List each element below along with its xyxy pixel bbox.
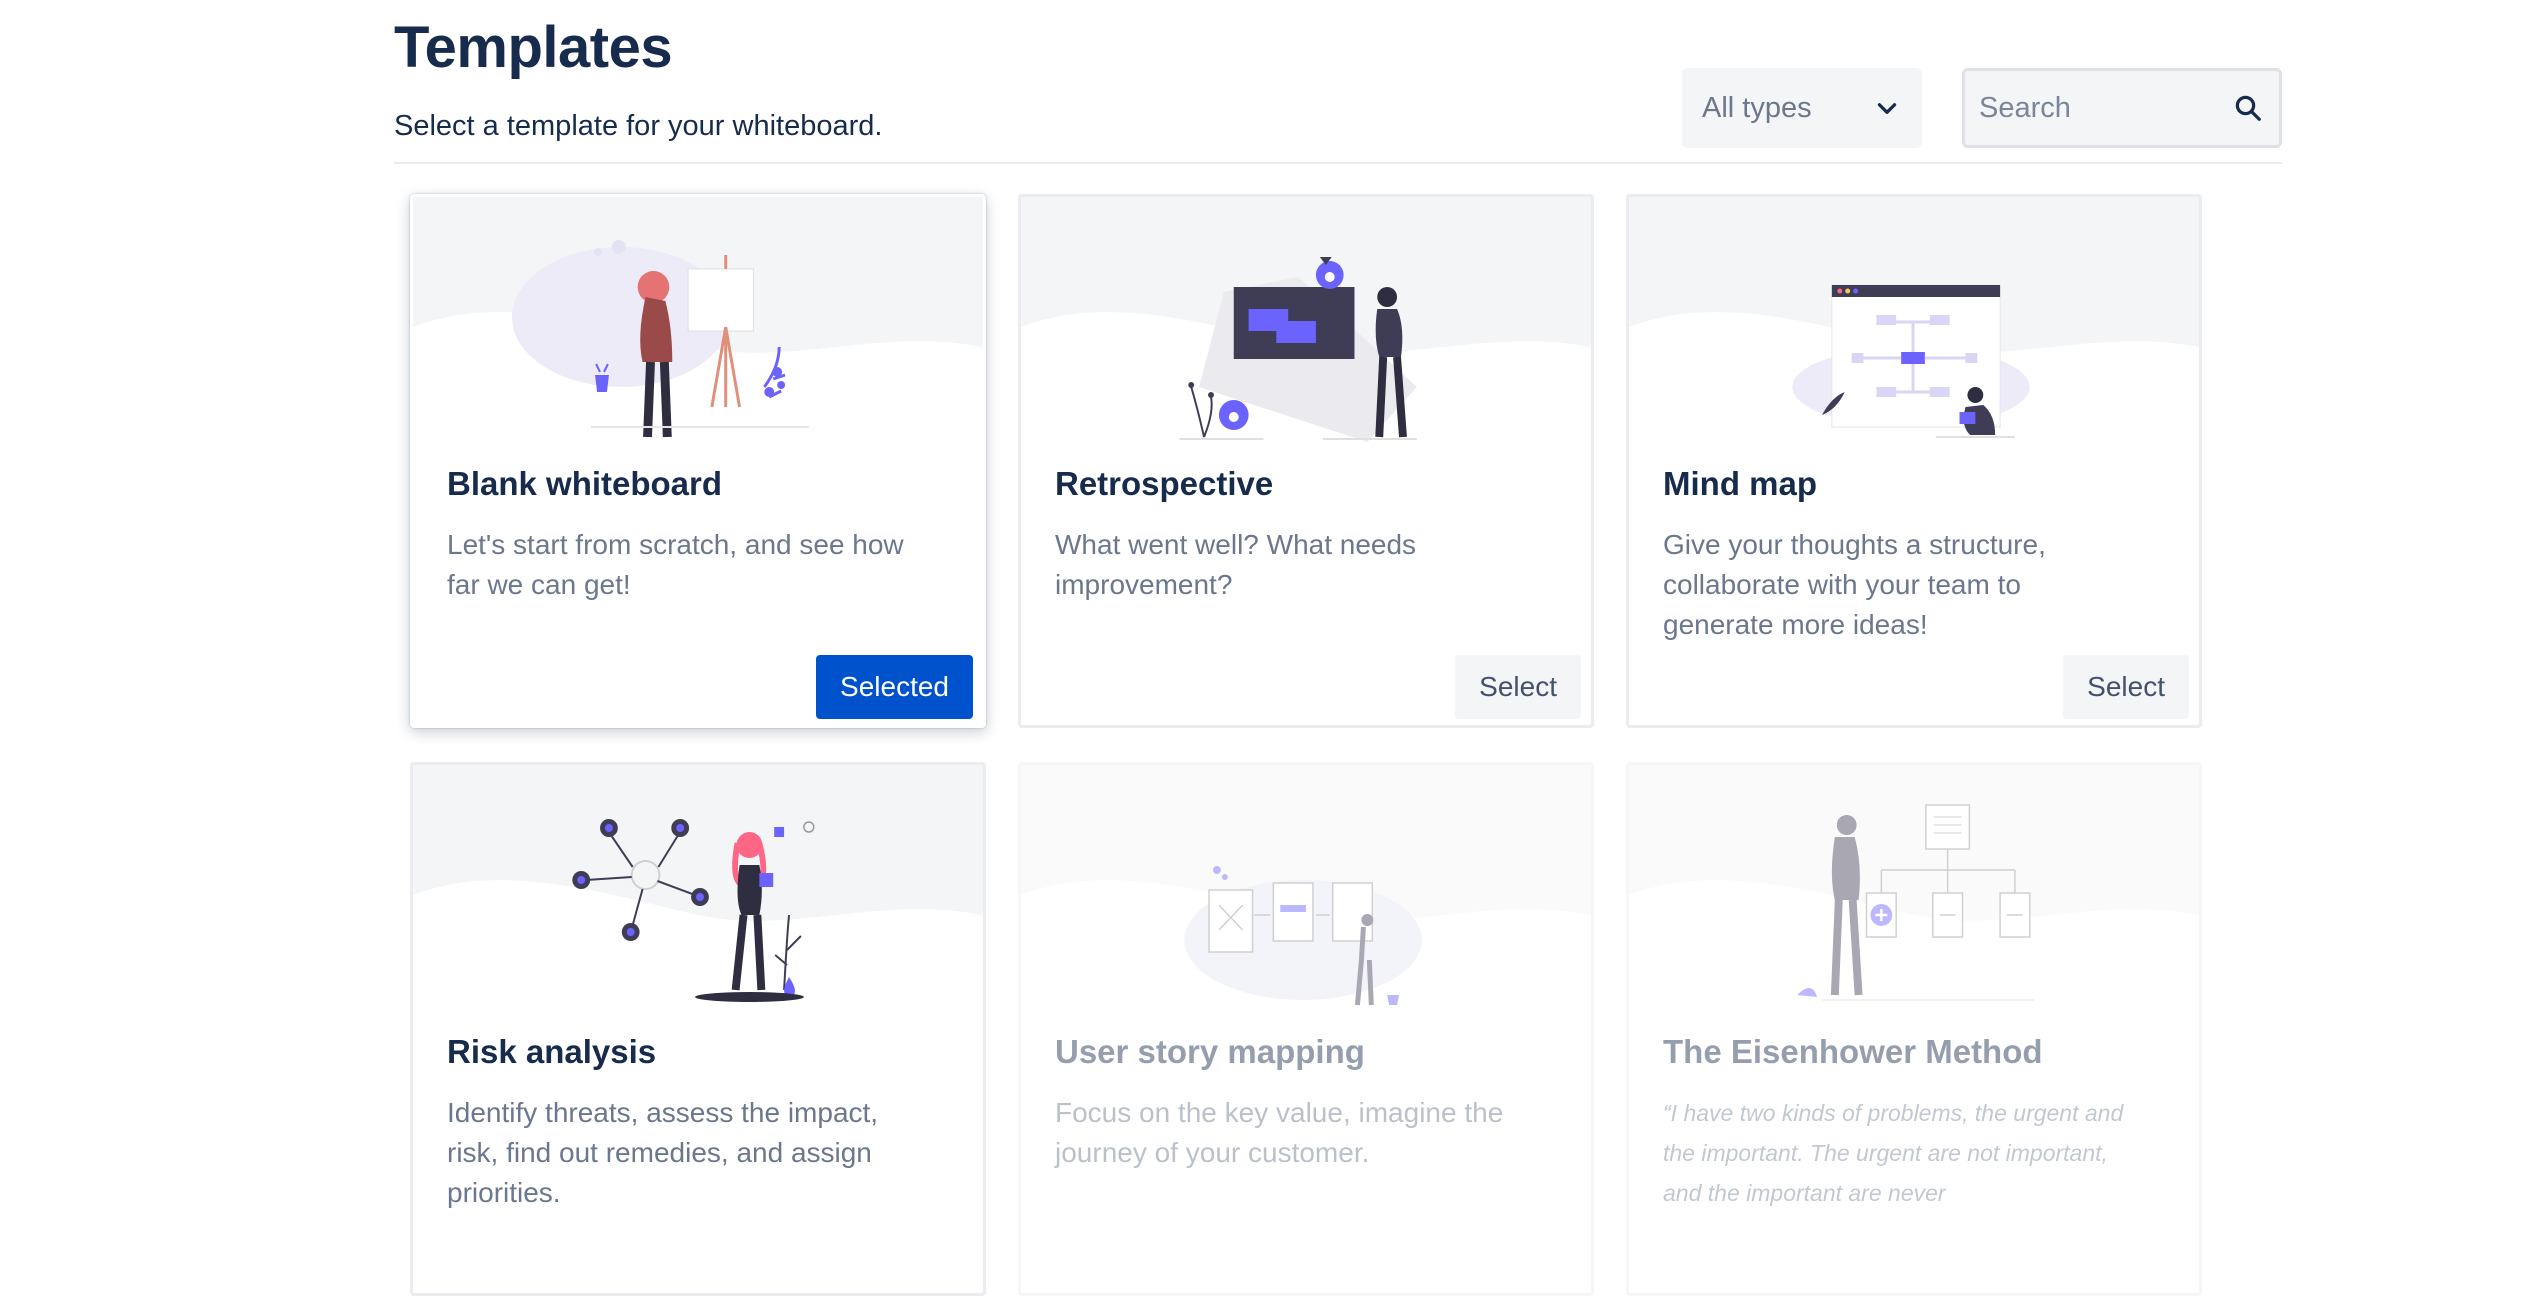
woman-at-easel-illustration (413, 197, 983, 438)
header-divider (394, 162, 2282, 164)
card-description: Let's start from scratch, and see how fa… (447, 529, 904, 600)
template-card-user-story-mapping: User story mapping Focus on the key valu… (1018, 762, 1594, 1296)
card-title: Retrospective (1055, 465, 1274, 502)
card-description: What went well? What needs improvement? (1055, 529, 1417, 600)
woman-with-nodes-illustration (413, 765, 983, 1002)
card-title: Blank whiteboard (447, 465, 723, 502)
card-description: Identify threats, assess the impact, ris… (447, 1097, 879, 1208)
template-card-retrospective[interactable]: Retrospective What went well? What needs… (1018, 194, 1594, 728)
chevron-down-icon (1877, 103, 1897, 114)
type-filter-value: All types (1702, 91, 1812, 124)
man-at-board-illustration (1021, 197, 1591, 442)
story-cards-illustration (1021, 765, 1591, 1006)
template-card-risk-analysis[interactable]: Risk analysis Identify threats, assess t… (410, 762, 986, 1296)
template-card-mind-map[interactable]: Mind map Give your thoughts a structure,… (1626, 194, 2202, 728)
card-title: Risk analysis (447, 1033, 657, 1070)
template-grid: Blank whiteboard Let's start from scratc… (410, 194, 2202, 1296)
template-card-blank-whiteboard[interactable]: Blank whiteboard Let's start from scratc… (410, 194, 986, 728)
type-filter-select[interactable]: All types (1682, 68, 1922, 148)
page-title: Templates (394, 15, 673, 80)
search-box[interactable] (1962, 68, 2282, 148)
card-description: Give your thoughts a structure, collabor… (1663, 529, 2046, 640)
selected-button[interactable]: Selected (816, 655, 973, 719)
search-input[interactable] (1977, 90, 2233, 126)
mind-map-browser-illustration (1629, 197, 2199, 438)
card-description: Focus on the key value, imagine the jour… (1055, 1097, 1504, 1168)
select-button[interactable]: Select (1455, 655, 1581, 719)
card-description: “I have two kinds of problems, the urgen… (1663, 1100, 2124, 1206)
select-button[interactable]: Select (2063, 655, 2189, 719)
man-with-flowchart-illustration (1629, 765, 2199, 1001)
search-icon[interactable] (2233, 93, 2263, 123)
card-title: Mind map (1663, 465, 1817, 502)
page-subtitle: Select a template for your whiteboard. (394, 110, 883, 142)
template-card-eisenhower-method: The Eisenhower Method “I have two kinds … (1626, 762, 2202, 1296)
card-title: The Eisenhower Method (1663, 1033, 2043, 1070)
card-title: User story mapping (1055, 1033, 1365, 1070)
